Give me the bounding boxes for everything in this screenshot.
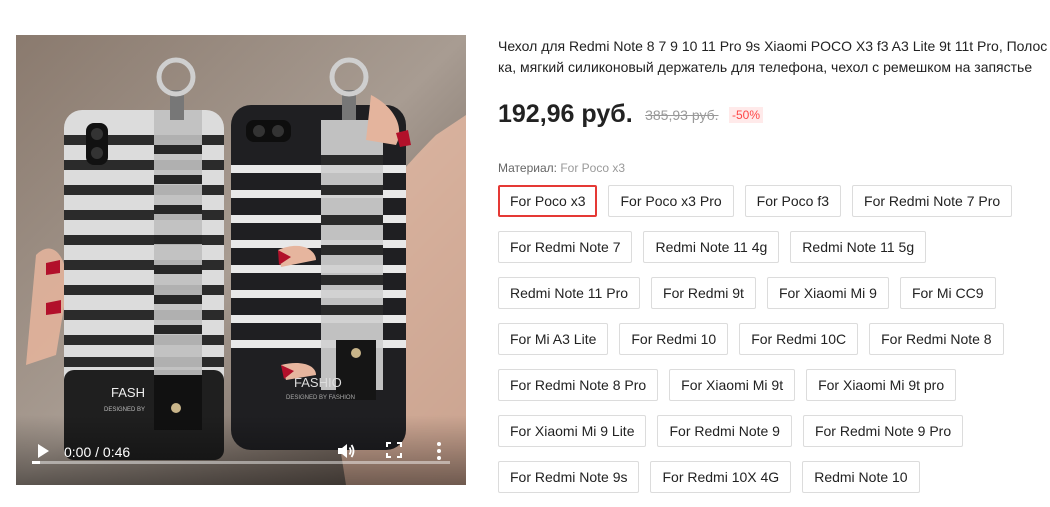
variant-option[interactable]: For Redmi Note 8 Pro <box>498 369 659 401</box>
left-phone-case: FASH DESIGNED BY <box>64 57 224 460</box>
variant-option[interactable]: For Redmi 9t <box>651 277 756 309</box>
video-progress-bar[interactable] <box>32 461 450 464</box>
product-title-line-2: ка, мягкий силиконовый держатель для тел… <box>498 59 1033 75</box>
fullscreen-icon[interactable] <box>386 442 402 458</box>
variant-option[interactable]: For Xiaomi Mi 9t <box>669 369 796 401</box>
product-video[interactable]: FASH DESIGNED BY FASHIO DESIGNED BY FASH… <box>16 35 466 485</box>
variant-option[interactable]: For Redmi 10 <box>619 323 729 355</box>
variant-option[interactable]: For Xiaomi Mi 9 <box>766 277 889 309</box>
video-time: 0:00 / 0:46 <box>64 444 131 460</box>
video-controls: 0:00 / 0:46 <box>16 415 466 485</box>
variant-options: For Poco x3 For Poco x3 Pro For Poco f3 For… <box>498 185 1038 507</box>
svg-text:DESIGNED BY FASHION: DESIGNED BY FASHION <box>286 395 355 401</box>
variant-option[interactable]: For Redmi Note 7 Pro <box>852 185 1013 217</box>
variant-option[interactable]: For Poco x3 Pro <box>608 185 734 217</box>
svg-text:DESIGNED BY: DESIGNED BY <box>104 407 145 413</box>
variant-option[interactable]: Redmi Note 10 <box>802 461 920 493</box>
variant-option[interactable]: For Redmi Note 9s <box>498 461 640 493</box>
variant-option[interactable]: For Xiaomi Mi 9 Lite <box>498 415 647 447</box>
variant-option[interactable]: For Poco f3 <box>744 185 842 217</box>
play-icon[interactable] <box>36 443 50 459</box>
variant-option[interactable]: For Mi CC9 <box>899 277 996 309</box>
product-title: Чехол для Redmi Note 8 7 9 10 11 Pro 9s … <box>498 36 1050 78</box>
variant-option[interactable]: Redmi Note 11 5g <box>790 231 927 263</box>
price-row: 192,96 руб. 385,93 руб. -50% <box>498 100 763 130</box>
variant-option[interactable]: For Redmi Note 7 <box>498 231 633 263</box>
video-progress-fill <box>32 461 41 464</box>
variant-label: Материал: For Poco x3 <box>498 161 625 175</box>
variant-selected-value: For Poco x3 <box>560 161 626 175</box>
variant-option[interactable]: For Redmi Note 9 <box>657 415 792 447</box>
variant-option[interactable]: Redmi Note 11 Pro <box>498 277 641 309</box>
volume-icon[interactable] <box>336 441 356 461</box>
more-options-icon[interactable] <box>436 441 442 461</box>
variant-option[interactable]: For Redmi Note 8 <box>869 323 1004 355</box>
variant-option[interactable]: For Mi A3 Lite <box>498 323 609 355</box>
variant-option[interactable]: For Xiaomi Mi 9t pro <box>806 369 957 401</box>
variant-label-name: Материал: <box>498 161 557 175</box>
old-price: 385,93 руб. <box>645 106 719 123</box>
current-price: 192,96 руб. <box>498 100 633 128</box>
discount-badge: -50% <box>728 106 763 123</box>
variant-option[interactable]: For Redmi Note 9 Pro <box>802 415 964 447</box>
variant-option[interactable]: Redmi Note 11 4g <box>643 231 780 263</box>
product-title-line-1: Чехол для Redmi Note 8 7 9 10 11 Pro 9s … <box>498 38 1048 54</box>
variant-option[interactable]: For Poco x3 <box>498 185 598 217</box>
svg-text:FASH: FASH <box>111 385 145 400</box>
variant-option[interactable]: For Redmi 10X 4G <box>650 461 792 493</box>
variant-option[interactable]: For Redmi 10C <box>739 323 859 355</box>
